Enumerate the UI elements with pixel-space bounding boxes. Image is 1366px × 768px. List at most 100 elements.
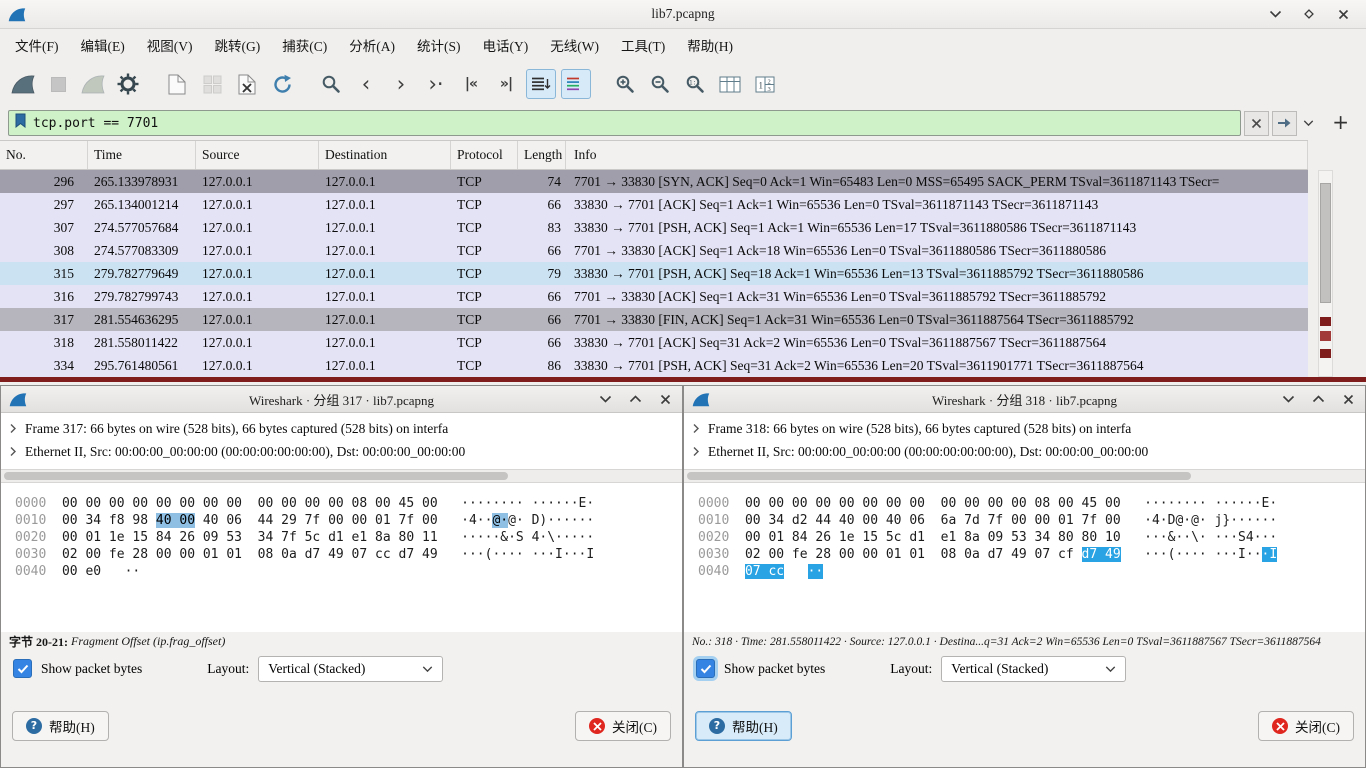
popup-titlebar[interactable]: Wireshark · 分组 317 · lib7.pcapng [1,386,682,413]
hex-row[interactable]: 0010 00 34 f8 98 40 00 40 06 44 29 7f 00… [15,512,682,529]
layout-select[interactable]: Vertical (Stacked) [941,656,1126,682]
close-file-icon[interactable] [232,69,262,99]
open-file-icon[interactable] [162,69,192,99]
zoom-in-icon[interactable] [610,69,640,99]
column-header-info[interactable]: Info [566,141,1308,169]
help-button[interactable]: 帮助(H) [695,711,792,741]
show-packet-bytes-checkbox[interactable] [696,659,715,678]
maximize-icon[interactable] [628,392,642,406]
hex-row[interactable]: 0030 02 00 fe 28 00 00 01 01 08 0a d7 49… [15,546,682,563]
display-filter-input[interactable]: tcp.port == 7701 [8,110,1241,136]
maximize-icon[interactable] [1311,392,1325,406]
chevron-right-icon[interactable] [684,446,708,457]
hex-row[interactable]: 0010 00 34 d2 44 40 00 40 06 6a 7d 7f 00… [698,512,1365,529]
hex-row[interactable]: 0000 00 00 00 00 00 00 00 00 00 00 00 00… [15,495,682,512]
menu-item-wireless[interactable]: 无线(W) [539,31,610,59]
menu-item-file[interactable]: 文件(F) [4,31,70,59]
start-capture-icon[interactable] [8,69,38,99]
close-icon[interactable] [658,392,672,406]
column-header-no[interactable]: No. [0,141,88,169]
filter-bookmark-icon[interactable] [15,113,26,133]
column-header-source[interactable]: Source [196,141,319,169]
maximize-icon[interactable] [1302,7,1316,21]
scrollbar-handle[interactable] [4,472,508,480]
packet-row-296[interactable]: 296265.133978931127.0.0.1127.0.0.1TCP747… [0,170,1308,193]
menu-item-edit[interactable]: 编辑(E) [70,31,136,59]
column-layout-icon[interactable]: 123 [750,69,780,99]
help-button[interactable]: 帮助(H) [12,711,109,741]
tree-item[interactable]: Frame 318: 66 bytes on wire (528 bits), … [684,417,1365,440]
hex-row[interactable]: 0040 07 cc ·· [698,563,1365,580]
packet-row-317[interactable]: 317281.554636295127.0.0.1127.0.0.1TCP667… [0,308,1308,331]
chevron-right-icon[interactable] [1,423,25,434]
filter-dropdown-icon[interactable] [1300,119,1317,127]
close-button[interactable]: 关闭(C) [575,711,671,741]
packet-row-315[interactable]: 315279.782779649127.0.0.1127.0.0.1TCP793… [0,262,1308,285]
go-first-icon[interactable]: |« [456,69,486,99]
popup-titlebar[interactable]: Wireshark · 分组 318 · lib7.pcapng [684,386,1365,413]
resize-columns-icon[interactable] [715,69,745,99]
scrollbar-packet-mark [1320,331,1331,341]
hex-row[interactable]: 0020 00 01 1e 15 84 26 09 53 34 7f 5c d1… [15,529,682,546]
chevron-right-icon[interactable] [684,423,708,434]
column-header-length[interactable]: Length [518,141,566,169]
svg-text:2: 2 [768,78,771,85]
colorize-icon[interactable] [561,69,591,99]
zoom-reset-icon[interactable]: 1:1 [680,69,710,99]
menu-item-view[interactable]: 视图(V) [136,31,204,59]
hex-row[interactable]: 0040 00 e0 ·· [15,563,682,580]
go-to-packet-icon[interactable]: ›· [421,69,451,99]
add-filter-button[interactable]: + [1320,110,1358,136]
details-horizontal-scrollbar[interactable] [684,469,1365,483]
hex-row[interactable]: 0030 02 00 fe 28 00 00 01 01 08 0a d7 49… [698,546,1365,563]
find-packet-icon[interactable] [316,69,346,99]
tree-item[interactable]: Ethernet II, Src: 00:00:00_00:00:00 (00:… [1,440,682,463]
close-icon[interactable] [1336,7,1350,21]
packet-318-window: Wireshark · 分组 318 · lib7.pcapng Frame 3… [683,385,1366,768]
column-header-time[interactable]: Time [88,141,196,169]
hex-row[interactable]: 0000 00 00 00 00 00 00 00 00 00 00 00 00… [698,495,1365,512]
minimize-icon[interactable] [1268,7,1282,21]
menu-item-go[interactable]: 跳转(G) [204,31,272,59]
packet-row-297[interactable]: 297265.134001214127.0.0.1127.0.0.1TCP663… [0,193,1308,216]
layout-select[interactable]: Vertical (Stacked) [258,656,443,682]
capture-options-icon[interactable] [113,69,143,99]
filter-clear-icon[interactable] [1244,111,1269,136]
packet-list-scrollbar[interactable] [1318,170,1333,377]
close-button[interactable]: 关闭(C) [1258,711,1354,741]
show-packet-bytes-checkbox[interactable] [13,659,32,678]
unmaximize-icon[interactable] [1281,392,1295,406]
hex-row[interactable]: 0020 00 01 84 26 1e 15 5c d1 e1 8a 09 53… [698,529,1365,546]
column-header-protocol[interactable]: Protocol [451,141,518,169]
packet-row-308[interactable]: 308274.577083309127.0.0.1127.0.0.1TCP667… [0,239,1308,262]
tree-item[interactable]: Ethernet II, Src: 00:00:00_00:00:00 (00:… [684,440,1365,463]
close-icon[interactable] [1341,392,1355,406]
packet-row-316[interactable]: 316279.782799743127.0.0.1127.0.0.1TCP667… [0,285,1308,308]
menu-item-statistics[interactable]: 统计(S) [406,31,472,59]
packet-row-307[interactable]: 307274.577057684127.0.0.1127.0.0.1TCP833… [0,216,1308,239]
details-horizontal-scrollbar[interactable] [1,469,682,483]
main-titlebar[interactable]: lib7.pcapng [0,0,1366,29]
packet-row-334[interactable]: 334295.761480561127.0.0.1127.0.0.1TCP863… [0,354,1308,377]
menu-item-telephony[interactable]: 电话(Y) [472,31,540,59]
unmaximize-icon[interactable] [598,392,612,406]
tree-item[interactable]: Frame 317: 66 bytes on wire (528 bits), … [1,417,682,440]
stop-capture-icon [43,69,73,99]
scrollbar-handle[interactable] [1320,183,1331,303]
menu-item-tools[interactable]: 工具(T) [610,31,676,59]
go-forward-icon[interactable]: › [386,69,416,99]
reload-icon[interactable] [267,69,297,99]
filter-apply-icon[interactable] [1272,111,1297,136]
menu-item-analyze[interactable]: 分析(A) [338,31,406,59]
menu-item-help[interactable]: 帮助(H) [676,31,744,59]
go-back-icon[interactable]: ‹ [351,69,381,99]
menu-item-capture[interactable]: 捕获(C) [271,31,338,59]
packet-row-318[interactable]: 318281.558011422127.0.0.1127.0.0.1TCP663… [0,331,1308,354]
cell-no: 316 [0,289,88,305]
go-last-icon[interactable]: »| [491,69,521,99]
chevron-right-icon[interactable] [1,446,25,457]
auto-scroll-icon[interactable] [526,69,556,99]
zoom-out-icon[interactable] [645,69,675,99]
scrollbar-handle[interactable] [687,472,1191,480]
column-header-destination[interactable]: Destination [319,141,451,169]
